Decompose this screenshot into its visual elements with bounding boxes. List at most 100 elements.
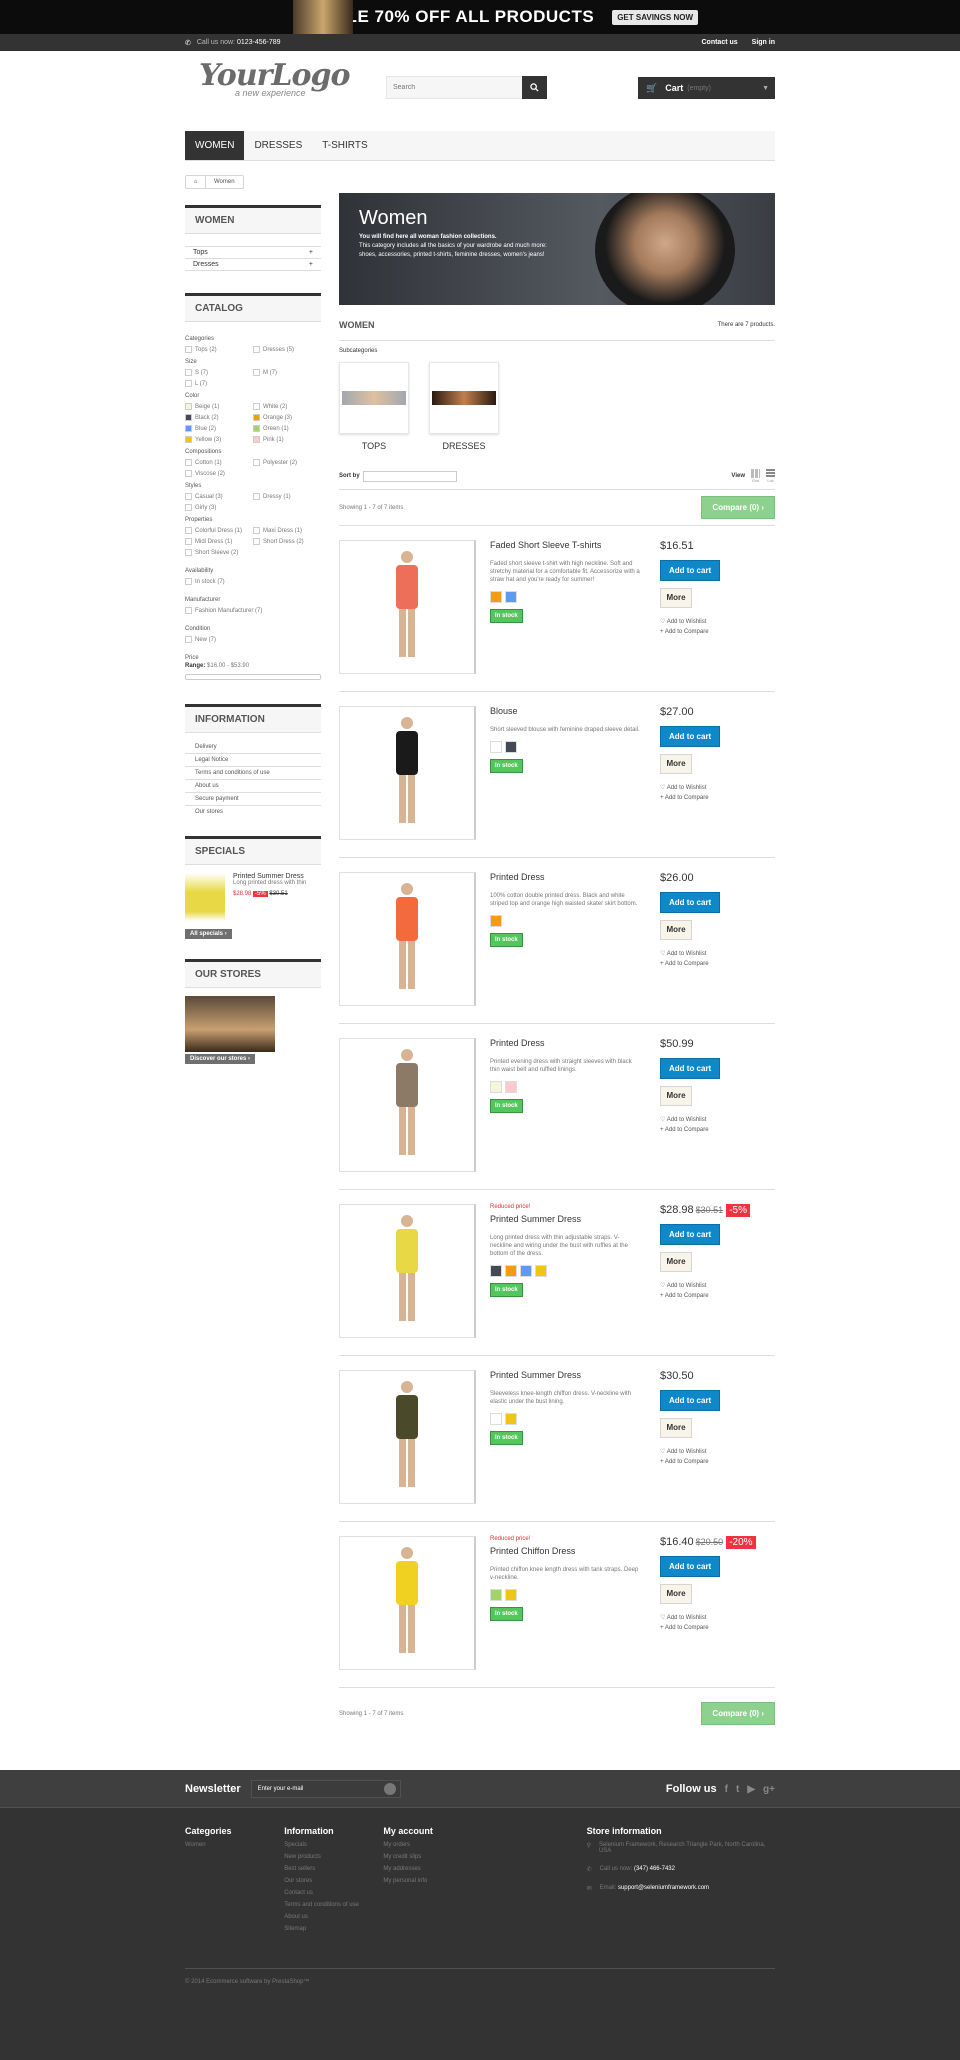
product-image[interactable] — [339, 1536, 476, 1670]
filter-short-sleeve[interactable]: Short Sleeve (2) — [185, 549, 285, 556]
product-image[interactable] — [339, 1204, 476, 1338]
add-to-cart-button[interactable]: Add to cart — [660, 1224, 721, 1245]
color-swatch[interactable] — [535, 1265, 547, 1277]
footer-info-link[interactable]: About us — [284, 1914, 383, 1920]
compare-button-bottom[interactable]: Compare (0) › — [701, 1702, 775, 1725]
color-swatch[interactable] — [490, 1413, 502, 1425]
color-swatch[interactable] — [505, 1413, 517, 1425]
info-link-legal[interactable]: Legal Notice — [185, 754, 321, 767]
filter-colorful[interactable]: Colorful Dress (1) — [185, 527, 253, 534]
filter-short-dress[interactable]: Short Dress (2) — [253, 538, 321, 545]
sidebar-item-tops[interactable]: Tops + — [185, 246, 321, 259]
home-icon[interactable]: ⌂ — [186, 176, 206, 188]
filter-in-stock[interactable]: In stock (7) — [185, 578, 253, 585]
price-slider[interactable] — [185, 674, 321, 680]
logo[interactable]: YourLogo a new experience — [199, 61, 351, 99]
filter-dressy[interactable]: Dressy (1) — [253, 493, 321, 500]
filter-color-green[interactable]: Green (1) — [253, 425, 321, 432]
filter-dresses[interactable]: Dresses (5) — [253, 346, 321, 353]
add-to-compare-link[interactable]: + Add to Compare — [660, 1127, 770, 1133]
product-name[interactable]: Printed Summer Dress — [490, 1370, 640, 1380]
add-to-compare-link[interactable]: + Add to Compare — [660, 795, 770, 801]
product-name[interactable]: Blouse — [490, 706, 640, 716]
add-to-cart-button[interactable]: Add to cart — [660, 892, 721, 913]
color-swatch[interactable] — [490, 591, 502, 603]
add-to-compare-link[interactable]: + Add to Compare — [660, 629, 770, 635]
add-to-compare-link[interactable]: + Add to Compare — [660, 1293, 770, 1299]
special-product-image[interactable] — [185, 873, 225, 921]
get-savings-button[interactable]: GET SAVINGS NOW — [612, 9, 699, 25]
search-input[interactable] — [387, 77, 517, 98]
add-to-wishlist-link[interactable]: ♡ Add to Wishlist — [660, 618, 770, 625]
more-button[interactable]: More — [660, 1086, 692, 1106]
sign-in-link[interactable]: Sign in — [752, 39, 775, 46]
add-to-compare-link[interactable]: + Add to Compare — [660, 1459, 770, 1465]
filter-color-black[interactable]: Black (2) — [185, 414, 253, 421]
filter-new[interactable]: New (7) — [185, 636, 253, 643]
color-swatch[interactable] — [490, 1265, 502, 1277]
color-swatch[interactable] — [505, 591, 517, 603]
special-product-name[interactable]: Printed Summer Dress — [233, 873, 306, 880]
filter-size-m[interactable]: M (7) — [253, 369, 321, 376]
filter-viscose[interactable]: Viscose (2) — [185, 470, 253, 477]
footer-info-link[interactable]: Specials — [284, 1842, 383, 1848]
product-image[interactable] — [339, 872, 476, 1006]
filter-tops[interactable]: Tops (2) — [185, 346, 253, 353]
footer-info-link[interactable]: Terms and conditions of use — [284, 1902, 383, 1908]
footer-info-link[interactable]: Our stores — [284, 1878, 383, 1884]
youtube-icon[interactable]: ▶ — [747, 1784, 755, 1795]
filter-size-s[interactable]: S (7) — [185, 369, 253, 376]
product-image[interactable] — [339, 1370, 476, 1504]
filter-midi[interactable]: Midi Dress (1) — [185, 538, 253, 545]
subcategory-dresses[interactable]: DRESSES — [429, 362, 499, 451]
product-image[interactable] — [339, 706, 476, 840]
filter-casual[interactable]: Casual (3) — [185, 493, 253, 500]
list-view-button[interactable]: List — [766, 469, 775, 483]
color-swatch[interactable] — [490, 741, 502, 753]
add-to-wishlist-link[interactable]: ♡ Add to Wishlist — [660, 1614, 770, 1621]
color-swatch[interactable] — [505, 741, 517, 753]
facebook-icon[interactable]: f — [725, 1784, 728, 1795]
newsletter-input[interactable]: Enter your e-mail — [250, 1780, 401, 1798]
add-to-cart-button[interactable]: Add to cart — [660, 1390, 721, 1411]
filter-manufacturer[interactable]: Fashion Manufacturer (7) — [185, 607, 265, 614]
filter-color-beige[interactable]: Beige (1) — [185, 403, 253, 410]
product-name[interactable]: Printed Chiffon Dress — [490, 1546, 640, 1556]
filter-color-orange[interactable]: Orange (3) — [253, 414, 321, 421]
color-swatch[interactable] — [490, 1081, 502, 1093]
footer-account-link[interactable]: My orders — [383, 1842, 482, 1848]
add-to-cart-button[interactable]: Add to cart — [660, 1556, 721, 1577]
add-to-cart-button[interactable]: Add to cart — [660, 560, 721, 581]
promo-banner[interactable]: SALE 70% OFF ALL PRODUCTS GET SAVINGS NO… — [0, 0, 960, 34]
filter-size-l[interactable]: L (7) — [185, 380, 253, 387]
sort-select[interactable] — [362, 470, 457, 482]
info-link-terms[interactable]: Terms and conditions of use — [185, 767, 321, 780]
add-to-cart-button[interactable]: Add to cart — [660, 726, 721, 747]
grid-view-button[interactable]: Grid — [751, 469, 760, 483]
footer-info-link[interactable]: Best sellers — [284, 1866, 383, 1872]
submit-arrow-icon[interactable] — [383, 1783, 396, 1795]
add-to-compare-link[interactable]: + Add to Compare — [660, 1625, 770, 1631]
product-image[interactable] — [339, 540, 476, 674]
add-to-wishlist-link[interactable]: ♡ Add to Wishlist — [660, 784, 770, 791]
product-name[interactable]: Printed Summer Dress — [490, 1214, 640, 1224]
all-specials-button[interactable]: All specials › — [185, 929, 232, 939]
google-plus-icon[interactable]: g+ — [763, 1784, 775, 1795]
info-link-stores[interactable]: Our stores — [185, 806, 321, 818]
color-swatch[interactable] — [505, 1589, 517, 1601]
contact-us-link[interactable]: Contact us — [701, 39, 737, 46]
menu-women[interactable]: WOMEN — [185, 131, 245, 160]
color-swatch[interactable] — [505, 1081, 517, 1093]
cart-button[interactable]: 🛒 Cart (empty) ▼ — [638, 77, 775, 99]
color-swatch[interactable] — [490, 915, 502, 927]
add-to-wishlist-link[interactable]: ♡ Add to Wishlist — [660, 1116, 770, 1123]
filter-color-white[interactable]: White (2) — [253, 403, 321, 410]
filter-color-blue[interactable]: Blue (2) — [185, 425, 253, 432]
more-button[interactable]: More — [660, 920, 692, 940]
info-link-about[interactable]: About us — [185, 780, 321, 793]
filter-color-yellow[interactable]: Yellow (3) — [185, 436, 253, 443]
add-to-cart-button[interactable]: Add to cart — [660, 1058, 721, 1079]
product-name[interactable]: Printed Dress — [490, 872, 640, 882]
add-to-wishlist-link[interactable]: ♡ Add to Wishlist — [660, 950, 770, 957]
menu-dresses[interactable]: DRESSES — [244, 131, 312, 160]
